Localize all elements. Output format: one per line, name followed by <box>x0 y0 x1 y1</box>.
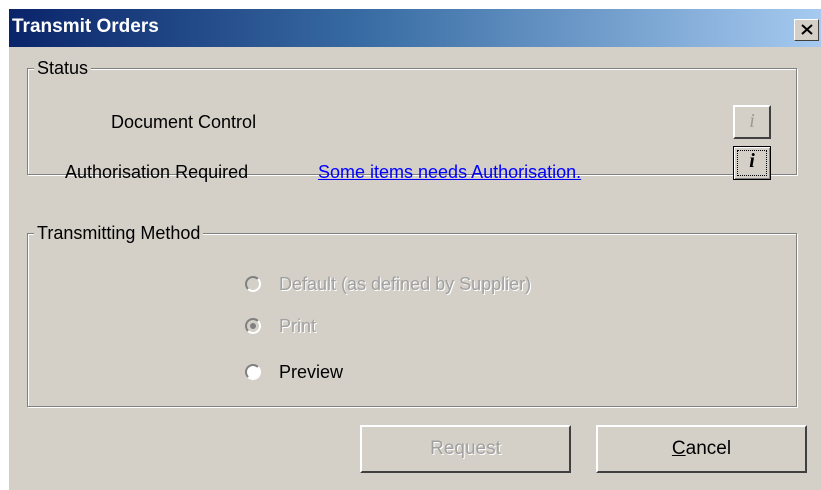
radio-button-icon <box>245 276 261 292</box>
status-groupbox: Status Document Control Authorisation Re… <box>27 57 797 182</box>
radio-button-icon <box>245 364 261 380</box>
radio-preview[interactable]: Preview <box>245 360 343 384</box>
focus-ring <box>737 150 767 176</box>
authorisation-link[interactable]: Some items needs Authorisation. <box>318 162 581 183</box>
transmitting-method-groupbox: Transmitting Method <box>27 222 797 407</box>
close-button[interactable] <box>794 19 819 41</box>
info-icon: i <box>749 110 755 132</box>
authorisation-info-button[interactable]: i <box>733 146 771 180</box>
radio-print-label: Print <box>279 315 317 336</box>
radio-default[interactable]: Default (as defined by Supplier) <box>245 272 531 296</box>
document-control-info-button[interactable]: i <box>733 105 771 139</box>
radio-preview-label: Preview <box>279 361 344 382</box>
radio-default-label: Default (as defined by Supplier) <box>279 273 532 294</box>
transmitting-method-legend: Transmitting Method <box>34 222 204 244</box>
status-legend: Status <box>34 57 92 79</box>
title-bar[interactable]: Transmit Orders <box>9 9 821 47</box>
cancel-button-label: ancel <box>685 438 732 459</box>
close-icon <box>801 24 813 35</box>
request-button-label: Request <box>430 438 501 459</box>
document-control-label: Document Control <box>111 112 257 132</box>
radio-print[interactable]: Print <box>245 314 316 338</box>
request-button[interactable]: Request <box>360 425 571 473</box>
window-title: Transmit Orders <box>12 16 159 37</box>
radio-button-icon <box>245 318 261 334</box>
authorisation-required-label: Authorisation Required <box>65 162 249 182</box>
radio-selected-dot-icon <box>250 323 256 329</box>
cancel-mnemonic: C <box>671 438 686 459</box>
cancel-button[interactable]: Cancel <box>596 425 807 473</box>
